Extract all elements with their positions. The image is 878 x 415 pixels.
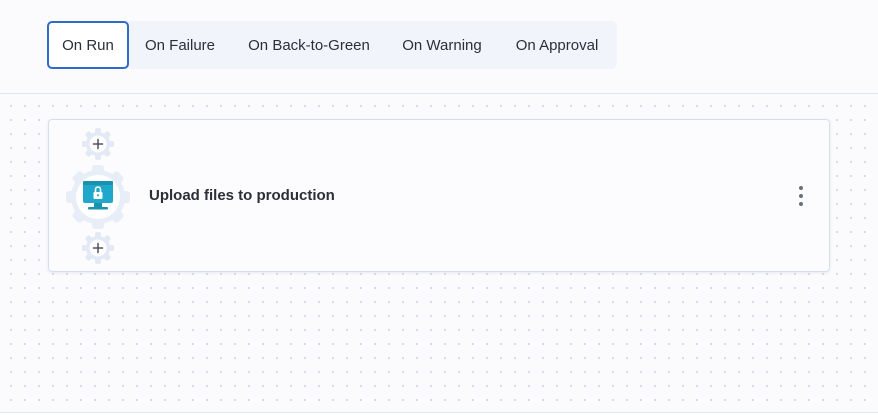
step-gear-badge: [66, 165, 130, 229]
add-step-after-button[interactable]: [82, 232, 114, 264]
step-title: Upload files to production: [149, 187, 335, 204]
tab-on-warning[interactable]: On Warning: [387, 21, 497, 69]
trigger-tabs-bar: On Run On Failure On Back-to-Green On Wa…: [0, 0, 878, 94]
tab-on-back-to-green[interactable]: On Back-to-Green: [231, 21, 387, 69]
tab-on-approval[interactable]: On Approval: [497, 21, 617, 69]
tab-on-failure[interactable]: On Failure: [129, 21, 231, 69]
kebab-menu-icon[interactable]: [790, 184, 812, 208]
tab-on-run[interactable]: On Run: [47, 21, 129, 69]
kebab-dot: [799, 186, 803, 190]
kebab-dot: [799, 202, 803, 206]
kebab-dot: [799, 194, 803, 198]
trigger-tabs: On Run On Failure On Back-to-Green On Wa…: [47, 21, 617, 69]
add-step-before-button[interactable]: [82, 128, 114, 160]
